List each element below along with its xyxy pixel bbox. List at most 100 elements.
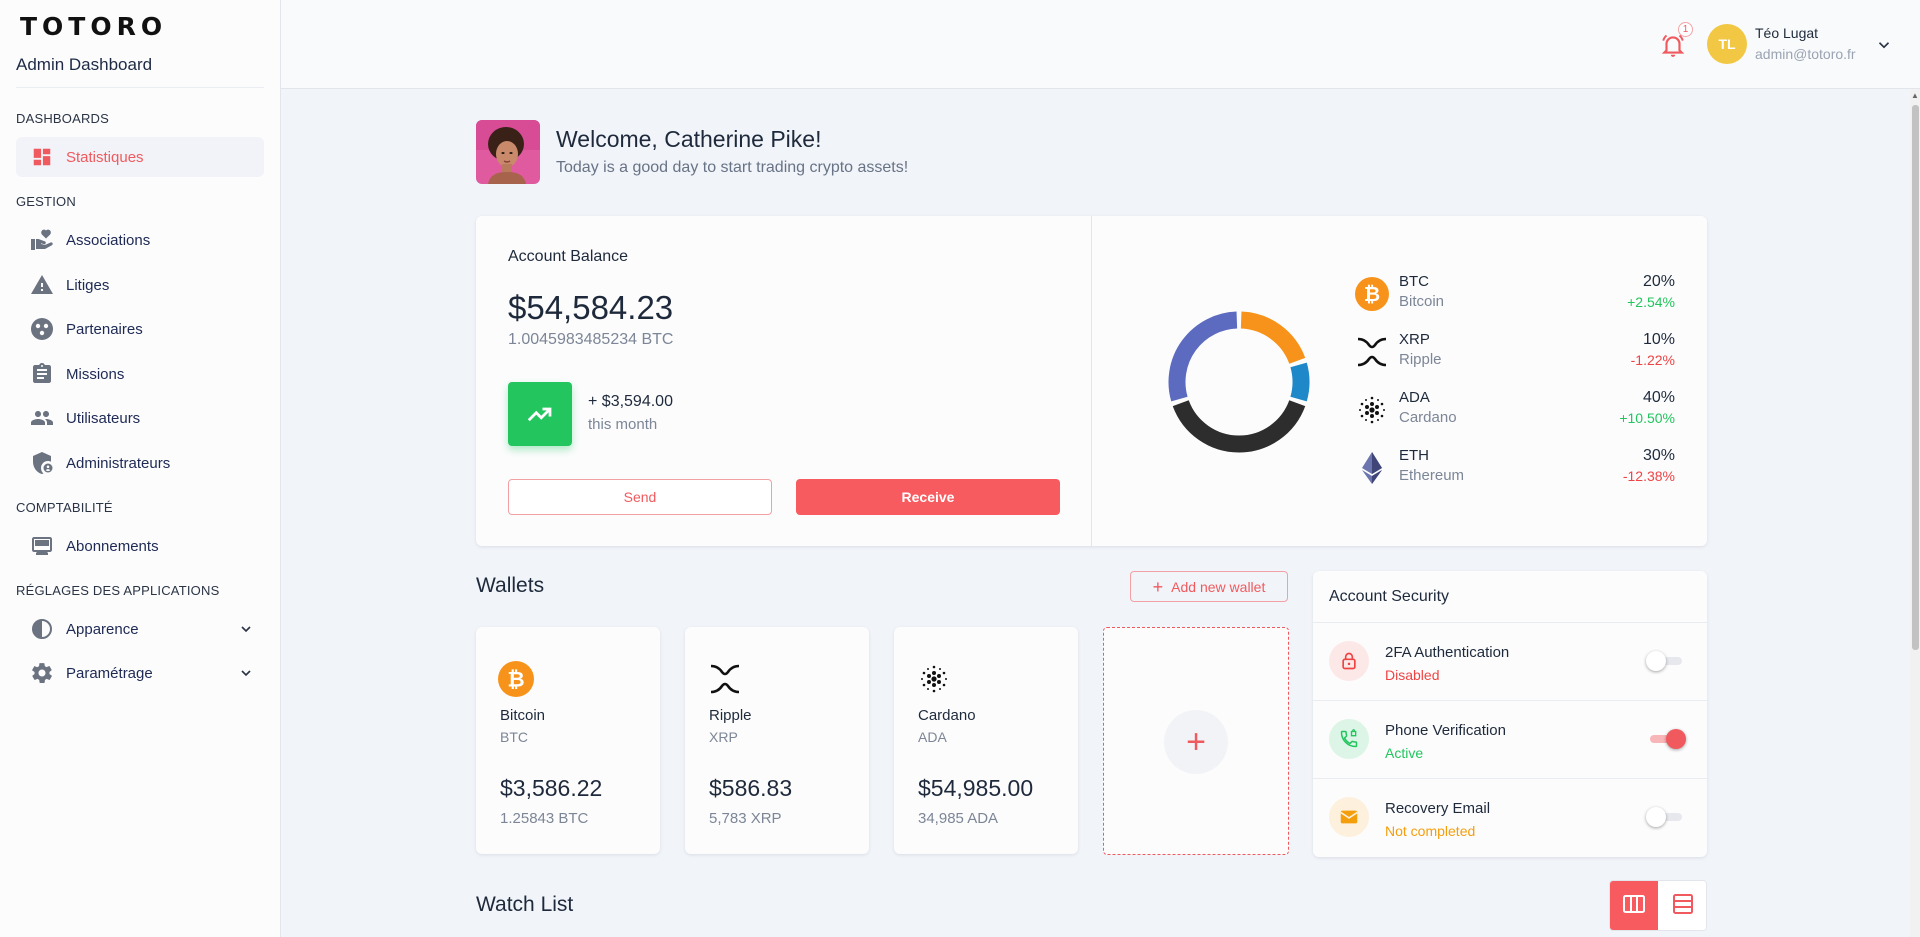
portfolio-percent: 10% bbox=[1642, 331, 1675, 348]
welcome-title: Welcome, Catherine Pike! bbox=[556, 126, 822, 152]
sidebar-item-label: Missions bbox=[66, 365, 125, 383]
user-menu-chevron-icon[interactable] bbox=[1875, 36, 1893, 59]
welcome-subtitle: Today is a good day to start trading cry… bbox=[556, 159, 909, 176]
trending-up-icon bbox=[508, 382, 572, 446]
portfolio-change: +2.54% bbox=[1627, 294, 1675, 310]
clipboard-icon bbox=[28, 360, 56, 388]
portfolio-name: Bitcoin bbox=[1399, 293, 1445, 310]
balance-title: Account Balance bbox=[508, 248, 629, 265]
wallet-symbol: ADA bbox=[918, 729, 947, 745]
scrollbar-thumb[interactable] bbox=[1912, 105, 1919, 650]
chevron-down-icon bbox=[238, 665, 254, 686]
volunteer-icon bbox=[28, 226, 56, 254]
security-item-status: Active bbox=[1385, 745, 1424, 761]
add-wallet-button[interactable]: + Add new wallet bbox=[1130, 571, 1288, 602]
sidebar-item-label: Abonnements bbox=[66, 537, 159, 555]
divider bbox=[1091, 216, 1092, 546]
section-title-gestion: GESTION bbox=[16, 194, 76, 209]
send-button[interactable]: Send bbox=[508, 479, 772, 515]
recovery-email-toggle[interactable] bbox=[1646, 807, 1686, 827]
portfolio-percent: 20% bbox=[1642, 273, 1675, 290]
sidebar-item-abonnements[interactable]: Abonnements bbox=[16, 526, 264, 566]
ripple-icon bbox=[707, 661, 743, 697]
portfolio-symbol: ETH bbox=[1399, 447, 1429, 464]
account-security-card: Account Security 2FA Authentication Disa… bbox=[1313, 571, 1707, 857]
sidebar-item-litiges[interactable]: Litiges bbox=[16, 265, 264, 305]
gear-icon bbox=[28, 659, 56, 687]
balance-amount: $54,584.23 bbox=[508, 289, 674, 326]
sidebar-item-missions[interactable]: Missions bbox=[16, 354, 264, 394]
columns-icon bbox=[1623, 895, 1645, 918]
grid-view-button[interactable] bbox=[1610, 881, 1658, 930]
avatar[interactable]: TL bbox=[1707, 24, 1747, 64]
sidebar-item-label: Litiges bbox=[66, 276, 110, 294]
scroll-up-arrow-icon[interactable]: ▲ bbox=[1911, 91, 1919, 100]
section-title-dashboards: DASHBOARDS bbox=[16, 111, 110, 126]
plus-icon: + bbox=[1152, 576, 1164, 597]
wallet-amount: $3,586.22 bbox=[500, 775, 603, 801]
2fa-toggle[interactable] bbox=[1646, 651, 1686, 671]
sidebar-item-utilisateurs[interactable]: Utilisateurs bbox=[16, 398, 264, 438]
section-title-reglages: RÉGLAGES DES APPLICATIONS bbox=[16, 583, 220, 598]
security-row-2fa: 2FA Authentication Disabled bbox=[1313, 622, 1707, 700]
divider bbox=[16, 87, 264, 88]
wallet-holdings: 5,783 XRP bbox=[709, 810, 782, 827]
app-subtitle: Admin Dashboard bbox=[16, 55, 153, 74]
donut-slice-btc bbox=[1240, 311, 1306, 365]
wallet-name: Ripple bbox=[709, 707, 752, 724]
security-title: Account Security bbox=[1329, 588, 1450, 605]
sidebar-item-label: Paramétrage bbox=[66, 664, 153, 682]
people-icon bbox=[28, 404, 56, 432]
list-view-button[interactable] bbox=[1659, 881, 1706, 930]
portfolio-change: -12.38% bbox=[1622, 468, 1675, 484]
monthly-change-amount: + $3,594.00 bbox=[588, 393, 673, 410]
donut-slice-eth bbox=[1168, 311, 1238, 402]
wallet-amount: $586.83 bbox=[709, 775, 793, 801]
wallet-card-cardano[interactable]: Cardano ADA $54,985.00 34,985 ADA bbox=[894, 627, 1078, 854]
bitcoin-icon: ₿ bbox=[1355, 277, 1389, 311]
sidebar-item-apparence[interactable]: Apparence bbox=[16, 609, 264, 649]
add-wallet-label: Add new wallet bbox=[1171, 578, 1266, 595]
wallet-name: Bitcoin bbox=[500, 707, 546, 724]
add-wallet-card[interactable]: + bbox=[1103, 627, 1289, 855]
sidebar-item-label: Partenaires bbox=[66, 320, 143, 338]
allocation-donut-chart bbox=[1168, 311, 1310, 453]
portfolio-symbol: XRP bbox=[1399, 331, 1430, 348]
receive-button[interactable]: Receive bbox=[796, 479, 1060, 515]
welcome-user-photo bbox=[476, 120, 540, 184]
sidebar-item-partenaires[interactable]: Partenaires bbox=[16, 309, 264, 349]
wallet-name: Cardano bbox=[918, 707, 976, 724]
balance-btc: 1.0045983485234 BTC bbox=[508, 331, 674, 348]
sidebar-item-statistiques[interactable]: Statistiques bbox=[16, 137, 264, 177]
user-email: admin@totoro.fr bbox=[1755, 46, 1856, 62]
user-name: Téo Lugat bbox=[1755, 25, 1819, 41]
donut-slice-ada bbox=[1172, 400, 1306, 453]
phone-verification-toggle[interactable] bbox=[1646, 729, 1686, 749]
list-icon bbox=[1673, 894, 1693, 919]
sidebar-item-associations[interactable]: Associations bbox=[16, 220, 264, 260]
wallet-symbol: BTC bbox=[500, 729, 528, 745]
bitcoin-icon: ₿ bbox=[498, 661, 534, 697]
notification-badge: 1 bbox=[1678, 22, 1693, 37]
watchlist-title: Watch List bbox=[476, 893, 574, 916]
wallet-card-bitcoin[interactable]: ₿ Bitcoin BTC $3,586.22 1.25843 BTC bbox=[476, 627, 660, 854]
contrast-icon bbox=[28, 615, 56, 643]
portfolio-change: +10.50% bbox=[1619, 410, 1675, 426]
plus-icon: + bbox=[1164, 710, 1228, 774]
donut-slice-xrp bbox=[1290, 362, 1310, 402]
portfolio-name: Ripple bbox=[1399, 351, 1442, 368]
ethereum-icon bbox=[1355, 451, 1389, 485]
wallet-amount: $54,985.00 bbox=[918, 775, 1034, 801]
wallet-card-ripple[interactable]: Ripple XRP $586.83 5,783 XRP bbox=[685, 627, 869, 854]
sidebar-item-parametrage[interactable]: Paramétrage bbox=[16, 653, 264, 693]
svg-text:₿: ₿ bbox=[1364, 282, 1380, 306]
security-item-status: Disabled bbox=[1385, 667, 1440, 683]
portfolio-symbol: BTC bbox=[1399, 273, 1429, 290]
sidebar-item-label: Statistiques bbox=[66, 148, 144, 166]
view-toggle bbox=[1609, 880, 1707, 931]
sidebar-item-administrateurs[interactable]: Administrateurs bbox=[16, 443, 264, 483]
app-logo[interactable]: TOTORO bbox=[20, 12, 167, 41]
phone-icon bbox=[1329, 719, 1369, 759]
security-item-status: Not completed bbox=[1385, 823, 1476, 839]
ripple-icon bbox=[1355, 335, 1389, 369]
